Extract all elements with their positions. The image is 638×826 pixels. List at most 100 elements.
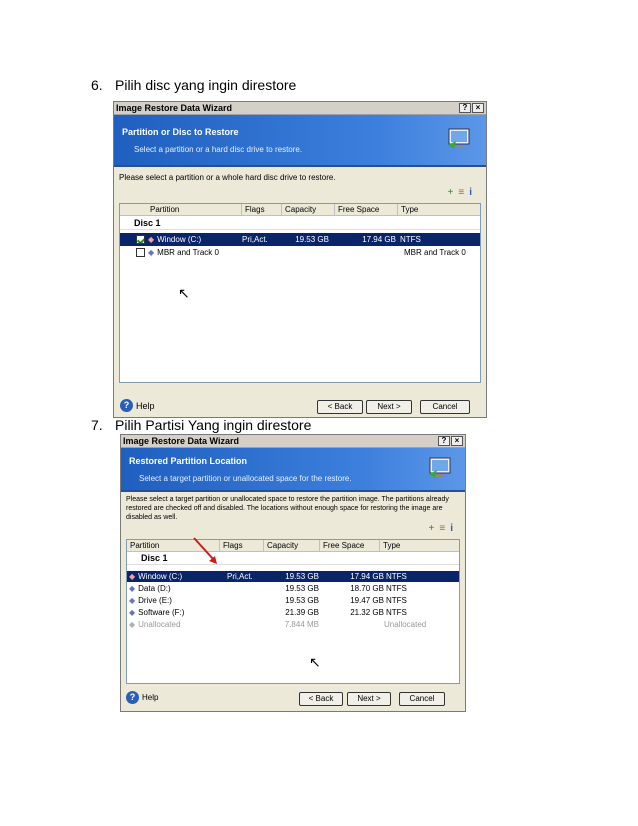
partition-list: Partition Flags Capacity Free Space Type… — [119, 203, 481, 383]
partition-capacity: 19.53 GB — [285, 572, 319, 581]
disc-label: Disc 1 — [127, 552, 459, 565]
partition-name: Unallocated — [138, 619, 181, 629]
step-text: Pilih disc yang ingin direstore — [115, 77, 297, 93]
help-icon: ? — [126, 691, 139, 704]
back-button[interactable]: < Back — [299, 692, 343, 706]
partition-free: 17.94 GB — [350, 572, 384, 581]
cancel-button[interactable]: Cancel — [420, 400, 470, 414]
column-capacity[interactable]: Capacity — [264, 539, 320, 552]
list-header: Partition Flags Capacity Free Space Type — [127, 539, 459, 552]
partition-type: NTFS — [400, 235, 421, 244]
dialog-disc-select: Image Restore Data Wizard ? × Partition … — [113, 101, 487, 418]
monitor-icon — [448, 128, 470, 149]
partition-free: 18.70 GB — [350, 583, 384, 593]
banner-title: Restored Partition Location — [129, 456, 248, 466]
add-icon[interactable]: + — [429, 523, 435, 534]
column-free-space[interactable]: Free Space — [320, 539, 380, 552]
instruction-text: Please select a target partition or unal… — [126, 496, 449, 521]
banner-subtitle: Select a target partition or unallocated… — [139, 474, 352, 483]
close-button[interactable]: × — [451, 436, 463, 446]
info-icon[interactable]: i — [450, 523, 453, 534]
partition-capacity: 19.53 GB — [295, 235, 329, 244]
back-button[interactable]: < Back — [317, 400, 363, 414]
mouse-cursor-icon: ↖ — [178, 285, 190, 301]
help-icon: ? — [120, 399, 133, 412]
partition-name: Data (D:) — [138, 583, 171, 593]
partition-type: NTFS — [386, 572, 407, 581]
column-type[interactable]: Type — [380, 540, 458, 552]
partition-free: 19.47 GB — [350, 595, 384, 605]
column-capacity[interactable]: Capacity — [282, 203, 335, 216]
partition-name: Window (C:) — [138, 572, 183, 581]
next-button[interactable]: Next > — [366, 400, 412, 414]
column-flags[interactable]: Flags — [220, 539, 264, 552]
monitor-icon — [429, 457, 451, 478]
partition-type: Unallocated — [384, 619, 427, 629]
close-button[interactable]: × — [472, 103, 484, 113]
help-title-button[interactable]: ? — [438, 436, 450, 446]
partition-name: MBR and Track 0 — [157, 247, 219, 257]
instruction-text: Please select a partition or a whole har… — [119, 173, 336, 182]
partition-free: 21.32 GB — [350, 607, 384, 617]
table-row[interactable]: ◆ Unallocated 7.844 MB Unallocated — [127, 618, 459, 630]
add-icon[interactable]: + — [448, 187, 454, 198]
wizard-banner: Partition or Disc to Restore Select a pa… — [114, 115, 486, 167]
toolbar: + ≡ i — [429, 523, 453, 534]
partition-list: Partition Flags Capacity Free Space Type… — [126, 539, 460, 684]
partition-type: NTFS — [386, 607, 407, 617]
partition-type: NTFS — [386, 595, 407, 605]
banner-subtitle: Select a partition or a hard disc drive … — [134, 145, 303, 154]
table-row[interactable]: ◆ Drive (E:) 19.53 GB 19.47 GB NTFS — [127, 594, 459, 606]
window-title: Image Restore Data Wizard — [123, 436, 239, 446]
step-6-caption: 6. Pilih disc yang ingin direstore — [91, 77, 296, 93]
help-link[interactable]: ? Help — [120, 399, 155, 412]
window-title: Image Restore Data Wizard — [116, 103, 232, 113]
table-row[interactable]: ◆ Window (C:) Pri,Act. 19.53 GB 17.94 GB … — [120, 233, 480, 246]
partition-capacity: 7.844 MB — [284, 619, 319, 629]
column-partition[interactable]: Partition — [120, 203, 242, 216]
partition-icon: ◆ — [129, 607, 136, 617]
column-type[interactable]: Type — [398, 204, 478, 216]
partition-icon: ◆ — [129, 572, 136, 581]
partition-capacity: 19.53 GB — [285, 583, 319, 593]
cancel-button[interactable]: Cancel — [399, 692, 445, 706]
partition-type: NTFS — [386, 583, 407, 593]
table-row[interactable]: ◆ MBR and Track 0 MBR and Track 0 — [120, 246, 480, 259]
info-icon[interactable]: i — [469, 187, 472, 198]
next-button[interactable]: Next > — [347, 692, 391, 706]
table-row[interactable]: ◆ Window (C:) Pri,Act. 19.53 GB 17.94 GB … — [127, 571, 459, 582]
banner-title: Partition or Disc to Restore — [122, 127, 239, 137]
mouse-cursor-icon: ↖ — [309, 654, 321, 670]
partition-icon: ◆ — [148, 234, 155, 244]
help-title-button[interactable]: ? — [459, 103, 471, 113]
step-number: 6. — [91, 77, 103, 93]
step-text: Pilih Partisi Yang ingin direstore — [115, 417, 312, 433]
partition-type: MBR and Track 0 — [404, 248, 466, 257]
dialog-partition-select: Image Restore Data Wizard ? × Restored P… — [120, 434, 466, 712]
toolbar: + ≡ i — [448, 187, 472, 198]
column-flags[interactable]: Flags — [242, 203, 282, 216]
properties-icon[interactable]: ≡ — [439, 523, 445, 534]
list-header: Partition Flags Capacity Free Space Type — [120, 203, 480, 216]
properties-icon[interactable]: ≡ — [458, 187, 464, 198]
partition-capacity: 21.39 GB — [285, 607, 319, 617]
help-label: Help — [136, 400, 155, 411]
title-bar: Image Restore Data Wizard ? × — [114, 102, 486, 115]
checkbox-unchecked[interactable] — [136, 248, 145, 258]
checkbox-checked[interactable] — [136, 235, 145, 245]
step-7-caption: 7. Pilih Partisi Yang ingin direstore — [91, 417, 311, 433]
disk-icon: ◆ — [148, 247, 155, 257]
column-free-space[interactable]: Free Space — [335, 203, 398, 216]
disc-label: Disc 1 — [120, 216, 480, 230]
unallocated-icon: ◆ — [129, 619, 136, 629]
title-bar: Image Restore Data Wizard ? × — [121, 435, 465, 448]
step-number: 7. — [91, 417, 103, 433]
help-link[interactable]: ? Help — [126, 691, 158, 704]
red-arrow-annotation — [193, 537, 217, 564]
partition-name: Drive (E:) — [138, 595, 172, 605]
partition-icon: ◆ — [129, 583, 136, 593]
partition-name: Window (C:) — [157, 234, 202, 244]
table-row[interactable]: ◆ Data (D:) 19.53 GB 18.70 GB NTFS — [127, 582, 459, 594]
partition-name: Software (F:) — [138, 607, 185, 617]
table-row[interactable]: ◆ Software (F:) 21.39 GB 21.32 GB NTFS — [127, 606, 459, 618]
